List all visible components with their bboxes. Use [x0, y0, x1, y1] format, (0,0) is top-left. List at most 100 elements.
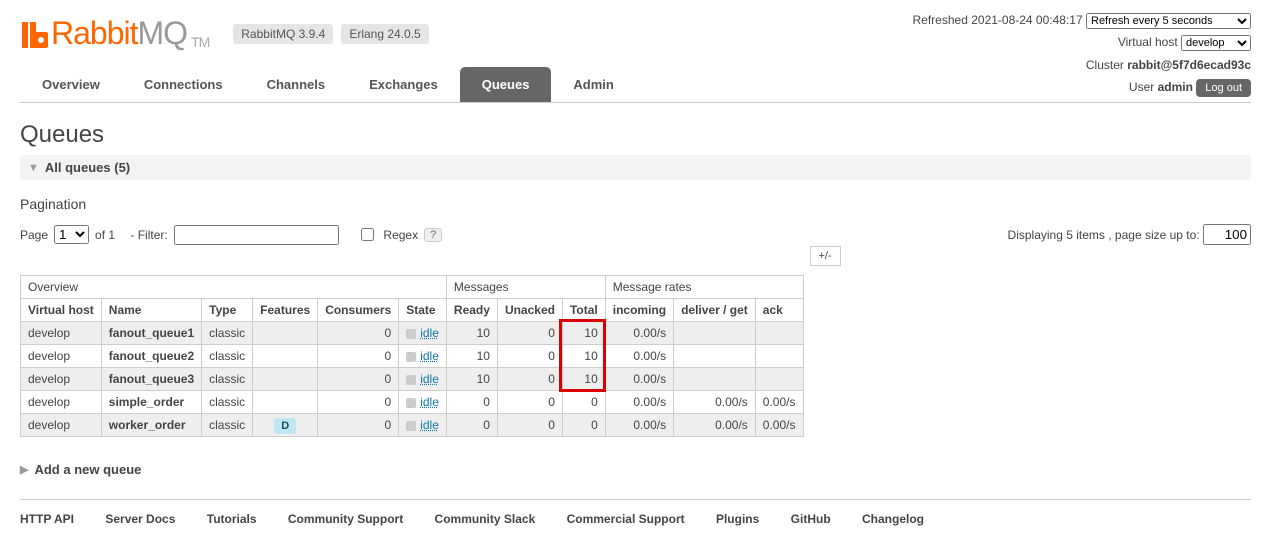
refreshed-time: 2021-08-24 00:48:17: [971, 13, 1082, 27]
cell-features: [253, 368, 318, 391]
footer-tutorials[interactable]: Tutorials: [207, 512, 257, 526]
display-count-text: Displaying 5 items , page size up to:: [1008, 228, 1200, 242]
logout-button[interactable]: Log out: [1196, 79, 1251, 97]
footer-github[interactable]: GitHub: [791, 512, 831, 526]
add-queue-label: Add a new queue: [34, 462, 141, 477]
caret-down-icon: ▼: [28, 162, 39, 174]
regex-help[interactable]: ?: [424, 228, 442, 242]
cell-ready: 0: [446, 414, 497, 437]
erlang-version-badge: Erlang 24.0.5: [341, 24, 428, 44]
table-row: developfanout_queue2classic0idle100100.0…: [21, 345, 804, 368]
th-group-rates: Message rates: [605, 276, 803, 299]
page-title: Queues: [20, 121, 1251, 149]
cell-consumers: 0: [318, 414, 399, 437]
cell-ack: 0.00/s: [755, 414, 803, 437]
cell-ready: 10: [446, 368, 497, 391]
footer-community-slack[interactable]: Community Slack: [435, 512, 536, 526]
footer-http-api[interactable]: HTTP API: [20, 512, 74, 526]
th-ack[interactable]: ack: [755, 299, 803, 322]
footer-community-support[interactable]: Community Support: [288, 512, 403, 526]
cell-unacked: 0: [497, 322, 562, 345]
th-consumers[interactable]: Consumers: [318, 299, 399, 322]
cell-vhost: develop: [21, 414, 102, 437]
cell-type: classic: [202, 391, 253, 414]
rabbitmq-version-badge: RabbitMQ 3.9.4: [233, 24, 333, 44]
cell-state: idle: [399, 414, 447, 437]
user-label: User: [1129, 80, 1154, 94]
cell-state: idle: [399, 345, 447, 368]
cell-vhost: develop: [21, 368, 102, 391]
filter-input[interactable]: [174, 225, 339, 245]
footer-commercial-support[interactable]: Commercial Support: [567, 512, 685, 526]
tab-queues[interactable]: Queues: [460, 67, 552, 102]
add-queue-section[interactable]: ▶ Add a new queue: [20, 462, 1251, 477]
cell-ready: 0: [446, 391, 497, 414]
th-incoming[interactable]: incoming: [605, 299, 673, 322]
th-type[interactable]: Type: [202, 299, 253, 322]
cell-total: 0: [562, 391, 605, 414]
footer: HTTP API Server Docs Tutorials Community…: [20, 499, 1251, 526]
tab-connections[interactable]: Connections: [122, 67, 245, 102]
queue-name-link[interactable]: worker_order: [109, 418, 186, 432]
user-value: admin: [1158, 80, 1193, 94]
columns-toggle[interactable]: +/-: [810, 246, 841, 266]
queue-name-link[interactable]: fanout_queue3: [109, 372, 194, 386]
th-unacked[interactable]: Unacked: [497, 299, 562, 322]
all-queues-header[interactable]: ▼ All queues (5): [20, 155, 1251, 180]
th-state[interactable]: State: [399, 299, 447, 322]
th-group-overview: Overview: [21, 276, 447, 299]
state-dot-icon: [406, 398, 416, 408]
cell-deliver: [674, 368, 756, 391]
refresh-interval-select[interactable]: Refresh every 5 seconds: [1086, 13, 1251, 29]
state-dot-icon: [406, 421, 416, 431]
cell-type: classic: [202, 368, 253, 391]
queue-name-link[interactable]: simple_order: [109, 395, 184, 409]
queue-name-link[interactable]: fanout_queue2: [109, 349, 194, 363]
cell-incoming: 0.00/s: [605, 368, 673, 391]
queues-table: Overview Messages Message rates Virtual …: [20, 275, 804, 437]
cell-consumers: 0: [318, 368, 399, 391]
cell-unacked: 0: [497, 414, 562, 437]
th-deliver[interactable]: deliver / get: [674, 299, 756, 322]
state-dot-icon: [406, 375, 416, 385]
cell-consumers: 0: [318, 345, 399, 368]
tab-admin[interactable]: Admin: [551, 67, 635, 102]
vhost-select[interactable]: develop: [1181, 35, 1251, 51]
durable-badge: D: [274, 418, 296, 434]
cell-incoming: 0.00/s: [605, 345, 673, 368]
logo-tm: TM: [191, 34, 209, 50]
filter-label: - Filter:: [130, 228, 167, 242]
page-select[interactable]: 1: [54, 225, 89, 244]
cell-features: D: [253, 414, 318, 437]
regex-checkbox[interactable]: [361, 228, 374, 241]
cell-ack: [755, 345, 803, 368]
th-vhost[interactable]: Virtual host: [21, 299, 102, 322]
page-size-input[interactable]: [1203, 224, 1251, 245]
cell-features: [253, 322, 318, 345]
page-of-text: of 1: [95, 228, 115, 242]
cell-type: classic: [202, 345, 253, 368]
tab-exchanges[interactable]: Exchanges: [347, 67, 460, 102]
cell-vhost: develop: [21, 391, 102, 414]
th-name[interactable]: Name: [101, 299, 201, 322]
footer-changelog[interactable]: Changelog: [862, 512, 924, 526]
th-total[interactable]: Total: [562, 299, 605, 322]
cell-features: [253, 345, 318, 368]
cell-incoming: 0.00/s: [605, 391, 673, 414]
th-features[interactable]: Features: [253, 299, 318, 322]
logo-text-mq: MQ: [138, 15, 188, 52]
footer-plugins[interactable]: Plugins: [716, 512, 759, 526]
th-ready[interactable]: Ready: [446, 299, 497, 322]
vhost-label: Virtual host: [1118, 35, 1178, 49]
refreshed-label: Refreshed: [913, 13, 968, 27]
table-row: developfanout_queue1classic0idle100100.0…: [21, 322, 804, 345]
queue-name-link[interactable]: fanout_queue1: [109, 326, 194, 340]
footer-server-docs[interactable]: Server Docs: [105, 512, 175, 526]
tab-overview[interactable]: Overview: [20, 67, 122, 102]
tab-channels[interactable]: Channels: [245, 67, 348, 102]
cell-ready: 10: [446, 345, 497, 368]
cell-deliver: 0.00/s: [674, 414, 756, 437]
state-dot-icon: [406, 352, 416, 362]
cell-vhost: develop: [21, 345, 102, 368]
cell-incoming: 0.00/s: [605, 322, 673, 345]
